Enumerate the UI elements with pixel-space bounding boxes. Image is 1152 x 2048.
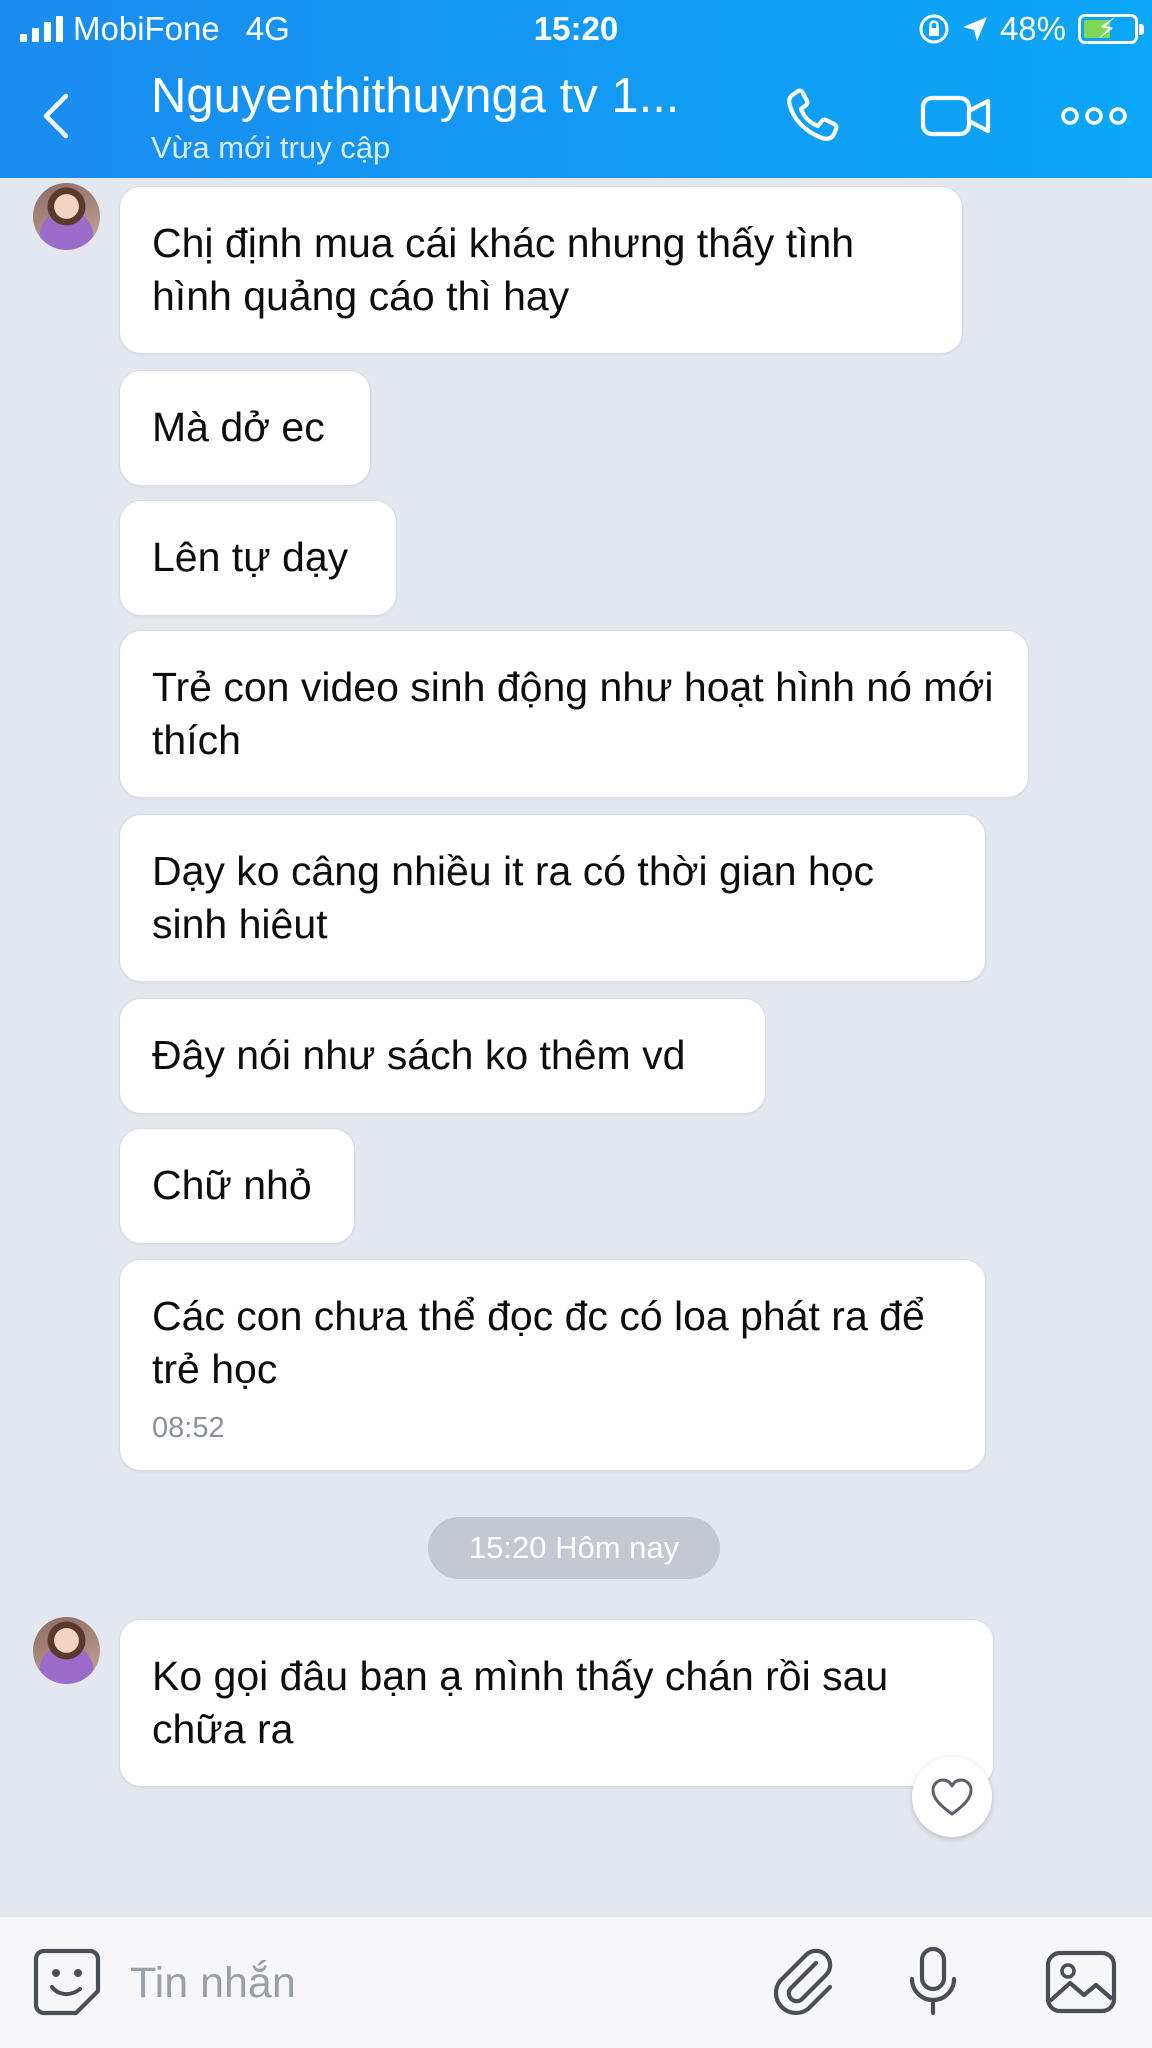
message-text: Các con chưa thể đọc đc có loa phát ra đ… [152, 1293, 925, 1392]
contact-name[interactable]: Nguyenthithuynga tv 1... [151, 66, 679, 126]
attachment-icon[interactable] [768, 1945, 842, 2019]
message-text: Ko gọi đâu bạn ạ mình thấy chán rồi sau … [152, 1653, 889, 1752]
heart-icon [931, 1778, 973, 1816]
message-text: Dạy ko câng nhiều it ra có thời gian học… [152, 848, 875, 947]
message-bubble[interactable]: Đây nói như sách ko thêm vd [119, 998, 766, 1114]
message-bubble[interactable]: Lên tự dạy [119, 500, 397, 616]
message-bubble[interactable]: Mà dở ec [119, 370, 371, 486]
message-text: Trẻ con video sinh động như hoạt hình nó… [152, 664, 994, 763]
message-text: Mà dở ec [152, 404, 325, 450]
message-text: Đây nói như sách ko thêm vd [152, 1032, 686, 1078]
location-arrow-icon [962, 17, 987, 41]
video-call-icon[interactable] [918, 84, 994, 148]
image-icon[interactable] [1044, 1945, 1118, 2019]
message-timestamp: 08:52 [152, 1412, 225, 1444]
message-bubble[interactable]: Chữ nhỏ [119, 1128, 355, 1244]
react-heart-button[interactable] [912, 1757, 992, 1837]
chat-header: MobiFone 4G 15:20 48% ⚡ Nguyenthithuynga… [0, 0, 1152, 178]
back-icon[interactable] [34, 84, 84, 148]
more-icon[interactable] [1060, 84, 1128, 148]
message-bubble[interactable]: Dạy ko câng nhiều it ra có thời gian học… [119, 814, 986, 982]
avatar[interactable] [33, 1617, 100, 1684]
battery-percent: 48% [999, 10, 1066, 47]
phone-icon[interactable] [780, 84, 852, 148]
microphone-icon[interactable] [896, 1945, 970, 2019]
message-composer [0, 1916, 1152, 2048]
message-bubble[interactable]: Ko gọi đâu bạn ạ mình thấy chán rồi sau … [119, 1619, 994, 1787]
message-bubble[interactable]: Trẻ con video sinh động như hoạt hình nó… [119, 630, 1029, 798]
battery-icon: ⚡ [1078, 13, 1144, 44]
message-bubble[interactable]: Chị định mua cái khác nhưng thấy tình hì… [119, 186, 963, 354]
message-input[interactable] [130, 1953, 730, 2013]
message-text: Lên tự dạy [152, 534, 349, 580]
date-divider: 15:20 Hôm nay [428, 1517, 720, 1579]
sticker-icon[interactable] [30, 1945, 104, 2019]
avatar[interactable] [33, 183, 100, 250]
orientation-lock-icon [919, 14, 949, 44]
message-text: Chị định mua cái khác nhưng thấy tình hì… [152, 220, 855, 319]
contact-status: Vừa mới truy cập [151, 130, 391, 165]
status-bar-right: 48% ⚡ [918, 8, 1144, 50]
message-bubble[interactable]: Các con chưa thể đọc đc có loa phát ra đ… [119, 1259, 986, 1471]
message-text: Chữ nhỏ [152, 1162, 312, 1208]
